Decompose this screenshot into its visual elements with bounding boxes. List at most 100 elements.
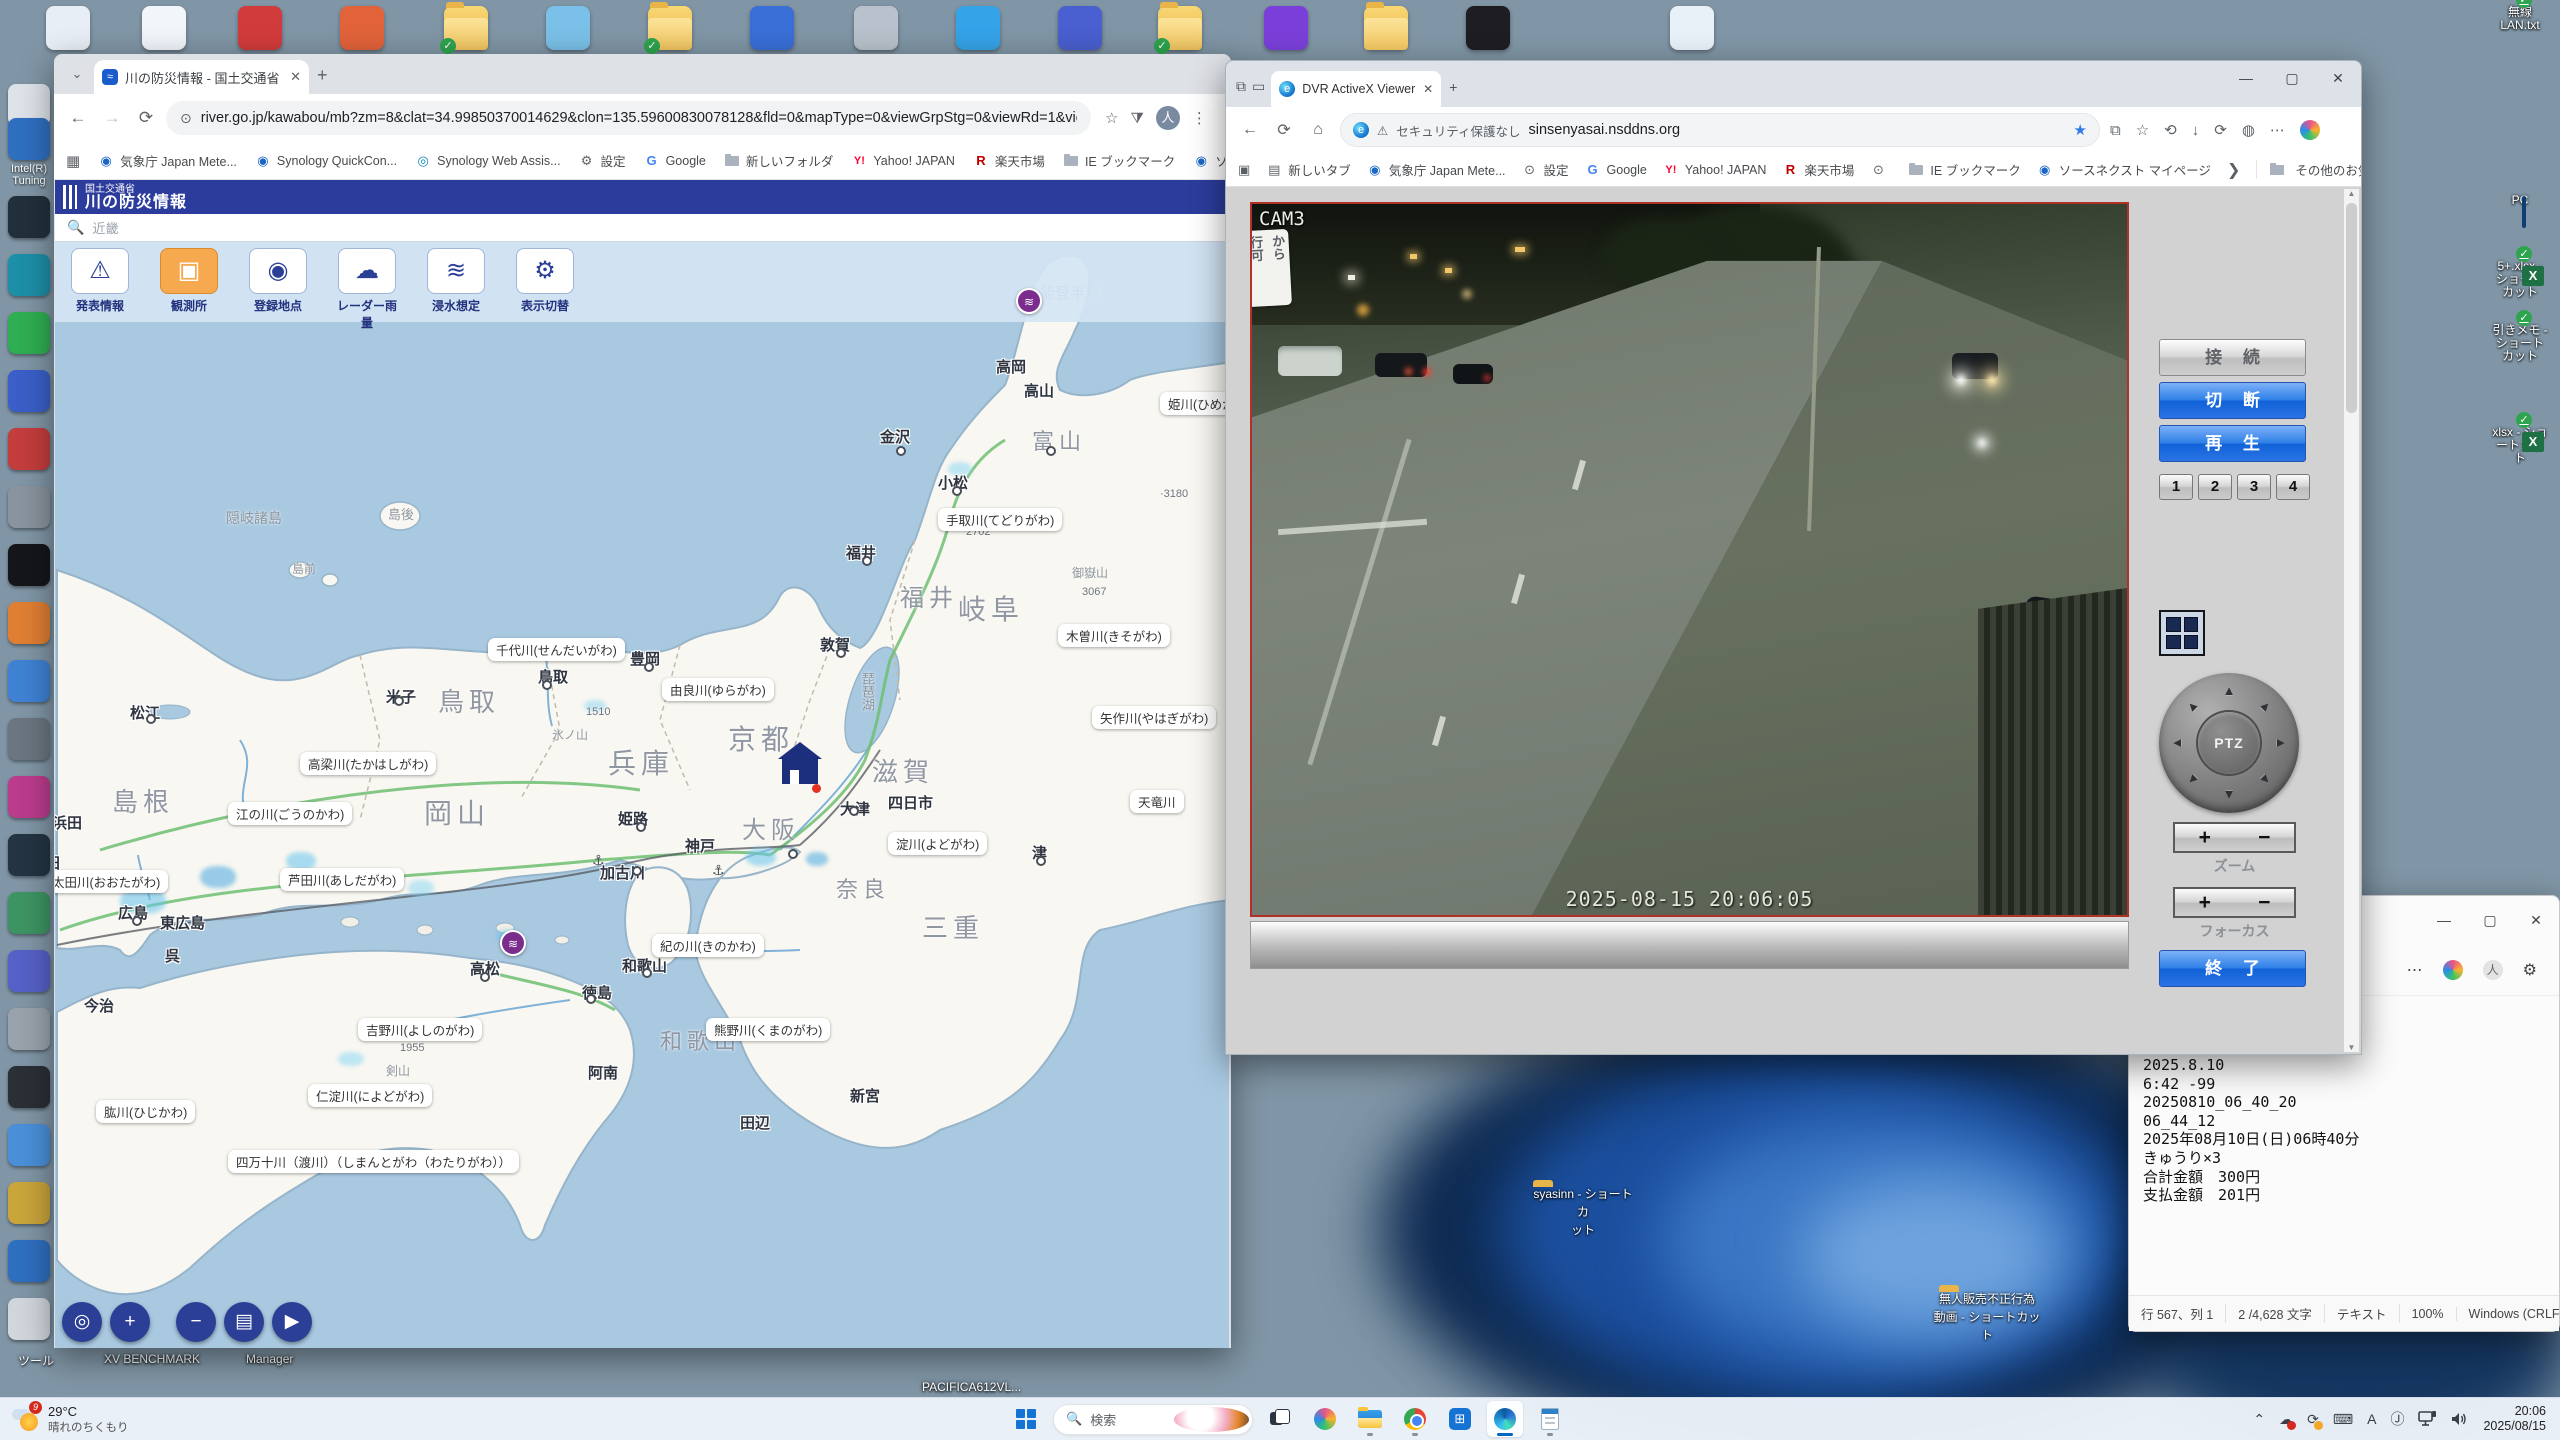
chrome-active-tab[interactable]: ≈ 川の防災情報 - 国土交通省 ✕ bbox=[94, 60, 309, 94]
river-name-badge[interactable]: 千代川(せんだいがわ) bbox=[488, 638, 625, 661]
page-scrollbar[interactable]: ▲ ▼ bbox=[2344, 189, 2359, 1052]
bookmark-item[interactable]: ◉ Synology QuickCon... bbox=[255, 153, 397, 169]
clock-app-icon[interactable]: Ⓙ bbox=[2390, 1409, 2404, 1429]
notepad-button[interactable] bbox=[1532, 1401, 1568, 1437]
desktop-icon[interactable]: ✓ xlsx - ショートカット bbox=[2492, 412, 2548, 465]
city-marker[interactable] bbox=[394, 696, 404, 706]
tray-chevron-icon[interactable]: ⌃ bbox=[2253, 1411, 2265, 1428]
scroll-thumb[interactable] bbox=[2346, 203, 2357, 413]
city-marker[interactable] bbox=[1036, 856, 1046, 866]
desktop-icon-label[interactable]: Manager bbox=[246, 1352, 293, 1366]
bookmark-item[interactable]: G Google bbox=[644, 153, 706, 169]
bookmark-item[interactable]: IE ブックマーク bbox=[1063, 151, 1175, 170]
map-tool-button[interactable]: ⚙ 表示切替 bbox=[514, 248, 576, 322]
downloads-icon[interactable]: ↓ bbox=[2192, 122, 2200, 139]
favorite-item[interactable]: ▤ 新しいタブ bbox=[1266, 160, 1351, 179]
task-view-button[interactable] bbox=[1262, 1401, 1298, 1437]
edge-active-tab[interactable]: e DVR ActiveX Viewer ✕ bbox=[1271, 71, 1442, 107]
channel-button[interactable]: 2 bbox=[2198, 474, 2232, 500]
bookmark-item[interactable]: 新しいフォルダ bbox=[724, 151, 833, 170]
map-tool-button[interactable]: ◉ 登録地点 bbox=[247, 248, 309, 322]
address-bar[interactable]: ⊙ river.go.jp/kawabou/mb?zm=8&clat=34.99… bbox=[166, 101, 1091, 135]
city-marker[interactable] bbox=[1046, 446, 1056, 456]
map-tool-button[interactable]: ⚠ 発表情報 bbox=[69, 248, 131, 322]
city-marker[interactable] bbox=[480, 972, 490, 982]
map-control-button[interactable]: − bbox=[176, 1302, 216, 1342]
workspaces-icon[interactable]: ⧉ bbox=[1236, 78, 1246, 95]
profile-icon[interactable]: ◍ bbox=[2242, 121, 2255, 139]
copilot-button[interactable] bbox=[1307, 1401, 1343, 1437]
favorite-item[interactable]: ⊙ bbox=[1870, 162, 1892, 178]
ptz-upleft-arrow[interactable]: ▲ bbox=[2181, 695, 2204, 718]
city-marker[interactable] bbox=[896, 446, 906, 456]
favorite-item[interactable]: IE ブックマーク bbox=[1908, 160, 2021, 179]
tab-close-icon[interactable]: ✕ bbox=[1423, 82, 1433, 96]
close-button[interactable]: ✕ bbox=[2513, 900, 2559, 940]
connect-button[interactable]: 接 続 bbox=[2159, 339, 2306, 376]
menu-kebab-icon[interactable]: ⋮ bbox=[1192, 109, 1207, 127]
desktop-icon-label[interactable]: PACIFICA612VL... bbox=[922, 1380, 1021, 1394]
forward-button[interactable]: → bbox=[98, 104, 126, 132]
extensions-icon[interactable]: ⧩ bbox=[1130, 110, 1143, 127]
play-button[interactable]: 再 生 bbox=[2159, 425, 2306, 462]
back-button[interactable]: ← bbox=[64, 104, 92, 132]
zoom-plus-minus[interactable]: + − bbox=[2173, 822, 2296, 853]
favorite-item[interactable]: Y! Yahoo! JAPAN bbox=[1663, 162, 1766, 178]
maximize-button[interactable]: ▢ bbox=[2269, 61, 2315, 97]
river-name-badge[interactable]: 吉野川(よしのがわ) bbox=[358, 1018, 483, 1041]
river-name-badge[interactable]: 手取川(てどりがわ) bbox=[938, 508, 1063, 531]
camera-marker[interactable]: ≋ bbox=[500, 930, 526, 956]
store-button[interactable]: ⊞ bbox=[1442, 1401, 1478, 1437]
volume-icon[interactable] bbox=[2451, 1411, 2469, 1427]
scroll-up-arrow[interactable]: ▲ bbox=[2348, 189, 2356, 198]
focus-out-button[interactable]: − bbox=[2258, 891, 2270, 915]
quad-view-button[interactable] bbox=[2159, 610, 2205, 656]
river-name-badge[interactable]: 紀の川(きのかわ) bbox=[652, 934, 764, 957]
desktop-icon[interactable]: ✓ 引きメモ - ショートカット bbox=[2492, 310, 2548, 363]
ptz-down-arrow[interactable]: ▲ bbox=[2221, 787, 2237, 803]
river-name-badge[interactable]: 江の川(ごうのかわ) bbox=[228, 802, 353, 825]
focus-plus-minus[interactable]: + − bbox=[2173, 887, 2296, 918]
history-icon[interactable]: ⟲ bbox=[2164, 121, 2177, 139]
minimize-button[interactable]: — bbox=[2421, 900, 2467, 940]
taskbar-search[interactable]: 🔍 検索 bbox=[1053, 1403, 1253, 1435]
bookmark-item[interactable]: ◉ 気象庁 Japan Mete... bbox=[98, 151, 237, 170]
favorite-item[interactable]: R 楽天市場 bbox=[1782, 160, 1855, 179]
city-marker[interactable] bbox=[862, 556, 872, 566]
channel-button[interactable]: 4 bbox=[2276, 474, 2310, 500]
favorite-item[interactable]: ◉ 気象庁 Japan Mete... bbox=[1367, 160, 1505, 179]
site-settings-icon[interactable]: ⊙ bbox=[180, 110, 192, 127]
channel-button[interactable]: 3 bbox=[2237, 474, 2271, 500]
new-tab-button[interactable]: + bbox=[317, 65, 328, 86]
edge-button[interactable] bbox=[1487, 1401, 1523, 1437]
tab-close-icon[interactable]: ✕ bbox=[290, 69, 301, 85]
ptz-downright-arrow[interactable]: ▲ bbox=[2254, 768, 2277, 791]
map-tool-button[interactable]: ▣ 観測所 bbox=[158, 248, 220, 322]
zoom-in-button[interactable]: + bbox=[2199, 826, 2211, 850]
settings-kebab-icon[interactable]: ⋯ bbox=[2270, 121, 2285, 139]
reload-button[interactable]: ⟳ bbox=[132, 104, 160, 132]
favorites-overflow-chevron[interactable]: ❯ bbox=[2227, 160, 2240, 180]
minimize-button[interactable]: — bbox=[2223, 61, 2269, 97]
folder-shortcut[interactable]: 無人販売不正行為 動画 - ショートカット bbox=[1932, 1290, 2042, 1344]
ptz-downleft-arrow[interactable]: ▲ bbox=[2181, 768, 2204, 791]
city-marker[interactable] bbox=[644, 662, 654, 672]
bookmark-item[interactable]: Y! Yahoo! JAPAN bbox=[851, 153, 955, 169]
map-tool-button[interactable]: ☁ レーダー雨量 bbox=[336, 248, 398, 330]
copilot-icon[interactable] bbox=[2299, 120, 2320, 140]
favorite-star-icon[interactable]: ★ bbox=[2074, 121, 2087, 139]
disconnect-button[interactable]: 切 断 bbox=[2159, 382, 2306, 419]
city-marker[interactable] bbox=[542, 680, 552, 690]
river-name-badge[interactable]: 淀川(よどがわ) bbox=[888, 832, 988, 855]
map-control-button[interactable]: ▶ bbox=[272, 1302, 312, 1342]
river-name-badge[interactable]: 由良川(ゆらがわ) bbox=[662, 678, 774, 701]
desktop-icon[interactable]: Intel(R) Tuning bbox=[0, 118, 58, 187]
chrome-button[interactable] bbox=[1397, 1401, 1433, 1437]
taskbar-clock[interactable]: 20:06 2025/08/15 bbox=[2483, 1404, 2546, 1434]
sync-icon[interactable]: ⟳ bbox=[2307, 1411, 2323, 1430]
ptz-dial[interactable]: ▲ ▲ ▲ ▲ ▲ ▲ ▲ ▲ PTZ bbox=[2159, 673, 2299, 813]
camera-marker[interactable]: ≋ bbox=[1016, 288, 1042, 314]
zoom-out-button[interactable]: − bbox=[2258, 826, 2270, 850]
desktop-icon[interactable]: ✓ 5+.xlsx - ショートカット bbox=[2492, 246, 2548, 299]
map-tool-button[interactable]: ≋ 浸水想定 bbox=[425, 248, 487, 322]
